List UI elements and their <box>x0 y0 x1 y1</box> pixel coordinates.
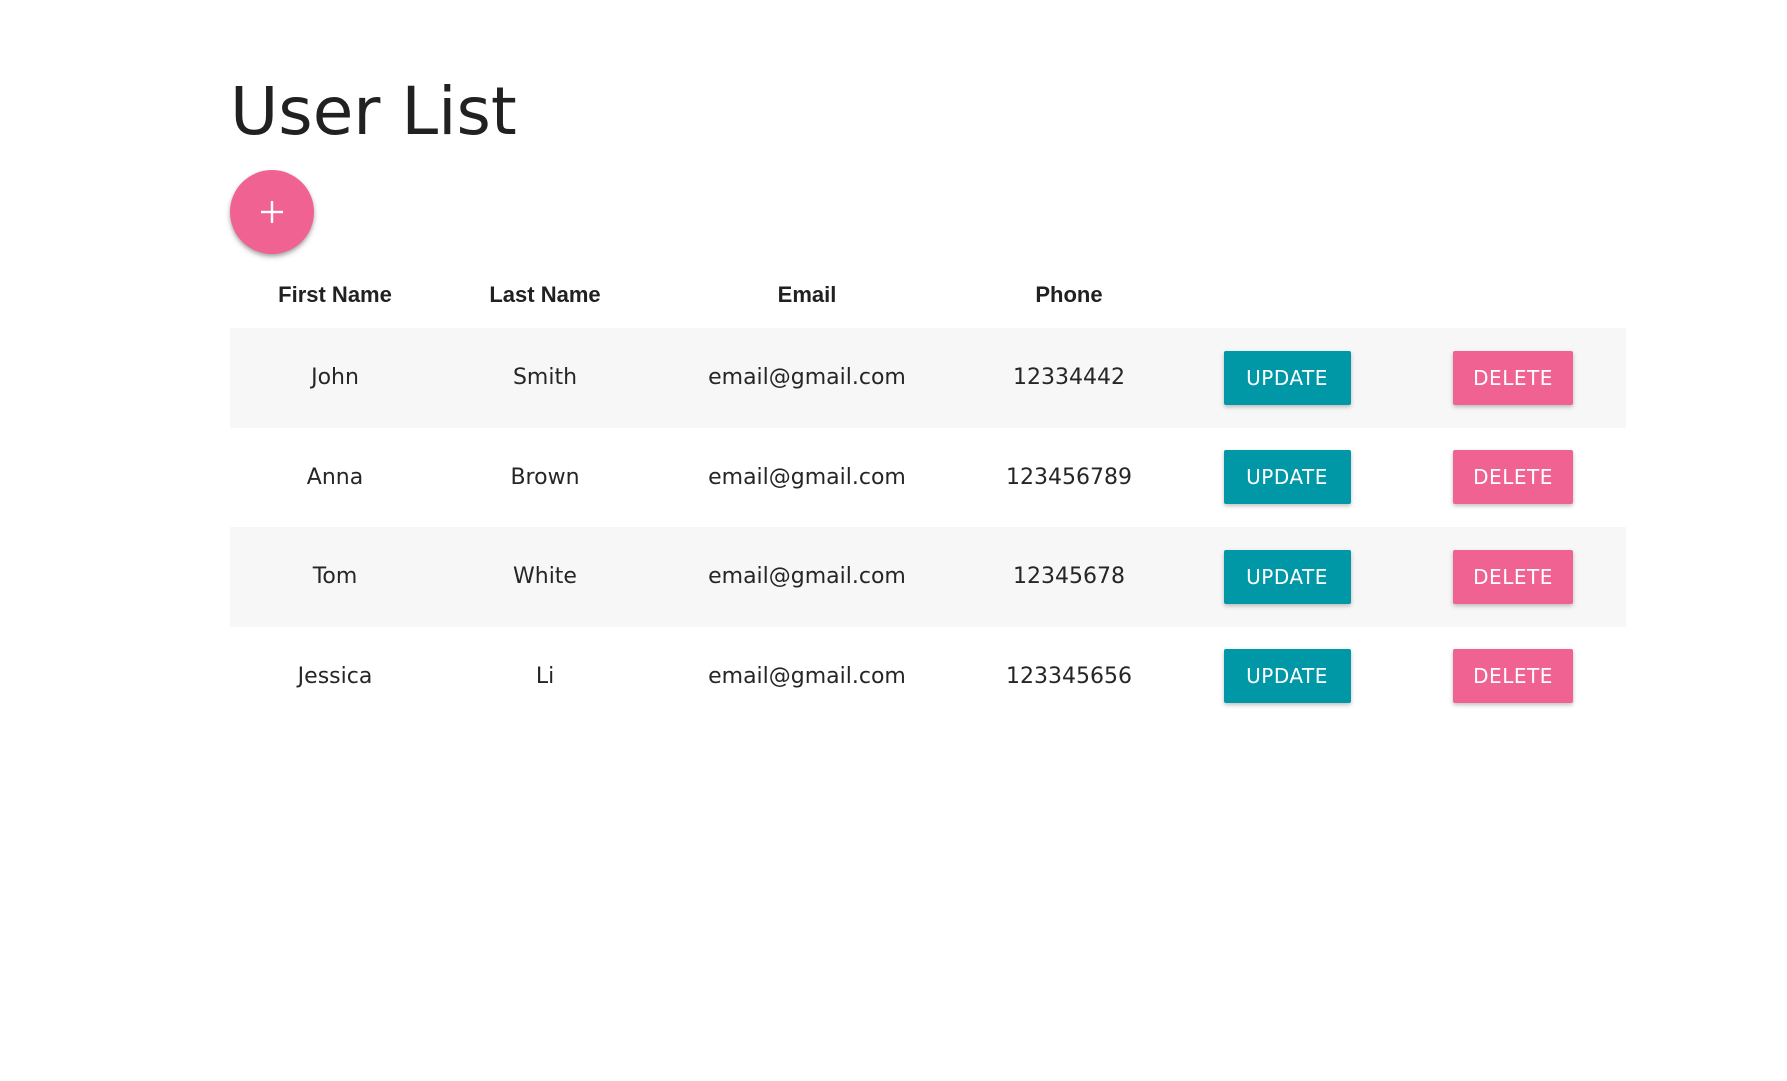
cell-phone: 12345678 <box>1013 564 1125 590</box>
cell-delete: DELETE <box>1400 328 1626 428</box>
column-header-update <box>1174 262 1400 328</box>
table-row: John Smith email@gmail.com 12334442 UPDA… <box>230 328 1626 428</box>
cell-update: UPDATE <box>1174 328 1400 428</box>
plus-icon <box>261 201 283 223</box>
cell-email: email@gmail.com <box>708 663 906 689</box>
table-row: Jessica Li email@gmail.com 123345656 UPD… <box>230 627 1626 727</box>
column-header-delete <box>1400 262 1626 328</box>
cell-phone: 123345656 <box>1006 663 1132 689</box>
cell-phone: 123456789 <box>1006 464 1132 490</box>
user-list-page: User List First Name Last Name Email Pho… <box>0 0 1787 1081</box>
table-row: Tom White email@gmail.com 12345678 UPDAT… <box>230 527 1626 627</box>
cell-first-name: Anna <box>306 464 364 490</box>
delete-button[interactable]: DELETE <box>1453 649 1573 704</box>
cell-phone: 12334442 <box>1013 365 1125 391</box>
column-header-phone: Phone <box>1035 282 1103 307</box>
table-row: Anna Brown email@gmail.com 123456789 UPD… <box>230 428 1626 528</box>
cell-update: UPDATE <box>1174 527 1400 627</box>
cell-last-name: Brown <box>510 464 580 490</box>
cell-email: email@gmail.com <box>708 365 906 391</box>
table-header-row: First Name Last Name Email Phone <box>230 262 1626 328</box>
column-header-first-name: First Name <box>278 282 392 307</box>
cell-first-name: Tom <box>312 564 358 590</box>
cell-last-name: White <box>513 564 577 590</box>
users-table: First Name Last Name Email Phone John Sm… <box>230 262 1626 726</box>
cell-first-name: John <box>311 365 359 391</box>
cell-last-name: Smith <box>512 365 578 391</box>
page-title: User List <box>230 73 517 150</box>
delete-button[interactable]: DELETE <box>1453 450 1573 505</box>
delete-button[interactable]: DELETE <box>1453 350 1573 405</box>
cell-update: UPDATE <box>1174 428 1400 528</box>
delete-button[interactable]: DELETE <box>1453 549 1573 604</box>
cell-last-name: Li <box>535 663 555 689</box>
update-button[interactable]: UPDATE <box>1223 450 1351 505</box>
cell-email: email@gmail.com <box>708 464 906 490</box>
cell-delete: DELETE <box>1400 527 1626 627</box>
column-header-email: Email <box>777 282 837 307</box>
cell-delete: DELETE <box>1400 428 1626 528</box>
update-button[interactable]: UPDATE <box>1223 350 1351 405</box>
add-user-button[interactable] <box>230 170 314 254</box>
column-header-last-name: Last Name <box>489 282 601 307</box>
cell-update: UPDATE <box>1174 627 1400 727</box>
cell-first-name: Jessica <box>297 663 373 689</box>
cell-email: email@gmail.com <box>708 564 906 590</box>
cell-delete: DELETE <box>1400 627 1626 727</box>
update-button[interactable]: UPDATE <box>1223 649 1351 704</box>
update-button[interactable]: UPDATE <box>1223 549 1351 604</box>
